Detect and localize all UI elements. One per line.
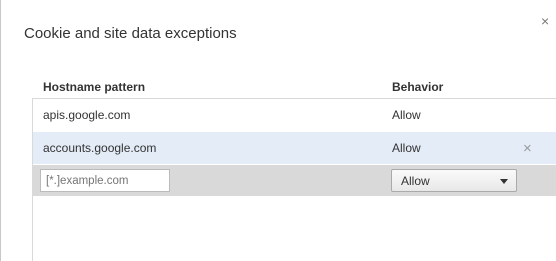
exception-row-selected[interactable]: accounts.google.com Allow ×: [33, 132, 556, 164]
hostname-value: apis.google.com: [43, 108, 131, 122]
behavior-column-header: Behavior: [392, 80, 444, 94]
behavior-select[interactable]: Allow: [391, 169, 517, 192]
exceptions-list: apis.google.com Allow accounts.google.co…: [32, 98, 556, 261]
exceptions-dialog: Cookie and site data exceptions × Hostna…: [0, 0, 556, 261]
new-exception-row: Allow: [33, 165, 556, 196]
behavior-select-value: Allow: [401, 174, 430, 188]
hostname-column-header: Hostname pattern: [43, 80, 146, 94]
chevron-down-icon: [500, 179, 508, 184]
behavior-value: Allow: [392, 108, 421, 122]
exception-row[interactable]: apis.google.com Allow: [33, 99, 556, 131]
behavior-value: Allow: [392, 141, 421, 155]
hostname-value: accounts.google.com: [43, 141, 157, 155]
hostname-pattern-input[interactable]: [40, 169, 170, 192]
close-icon[interactable]: ×: [541, 14, 549, 28]
delete-icon[interactable]: ×: [523, 140, 532, 157]
dialog-title: Cookie and site data exceptions: [24, 25, 237, 42]
